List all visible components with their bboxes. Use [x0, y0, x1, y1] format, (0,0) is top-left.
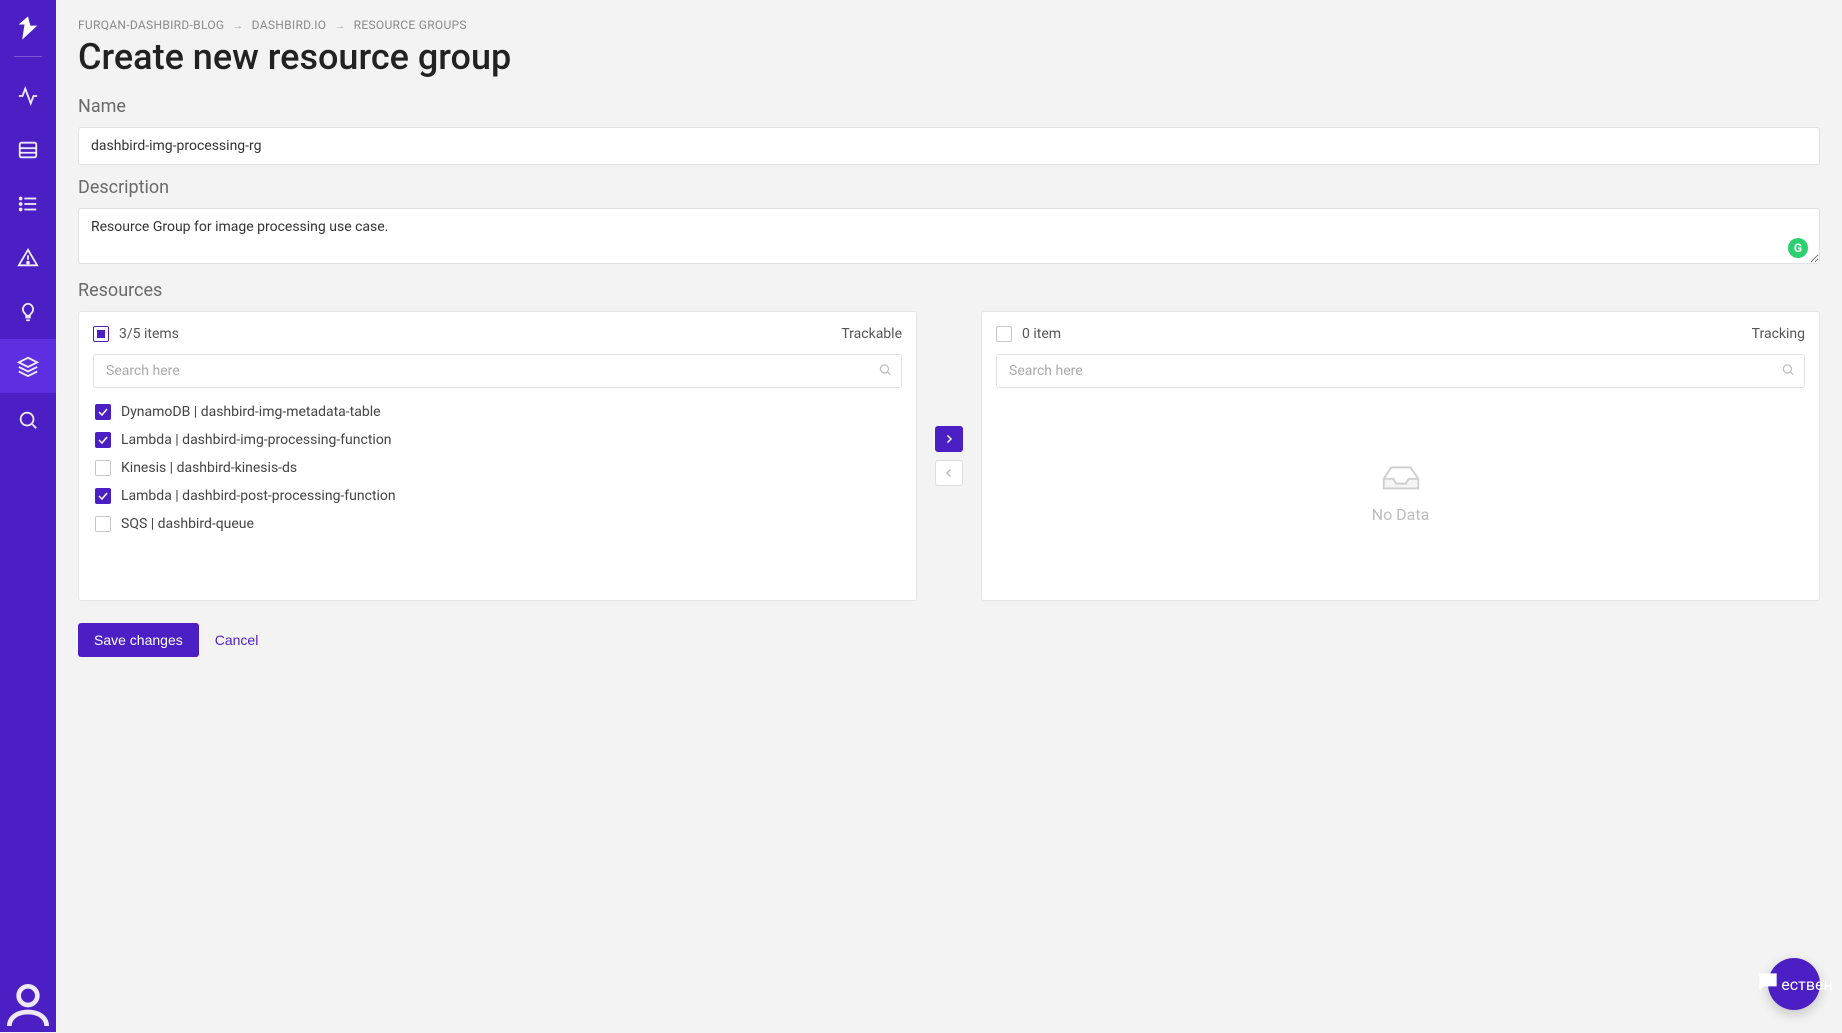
list-item[interactable]: Lambda | dashbird-img-processing-functio… [93, 426, 902, 454]
nav-idea-icon[interactable] [0, 285, 56, 339]
tracking-panel: 0 item Tracking [981, 311, 1820, 601]
item-checkbox[interactable] [95, 404, 111, 420]
nav-list-icon[interactable] [0, 177, 56, 231]
trackable-list: DynamoDB | dashbird-img-metadata-table L… [93, 398, 902, 538]
sidebar-divider [14, 56, 42, 57]
tracking-search-input[interactable] [996, 354, 1805, 388]
item-label: SQS | dashbird-queue [121, 516, 254, 532]
item-label: Kinesis | dashbird-kinesis-ds [121, 460, 297, 476]
main-content: FURQAN-DASHBIRD-BLOG → DASHBIRD.IO → RES… [56, 0, 1842, 1032]
move-right-button[interactable] [935, 426, 963, 452]
breadcrumb-item[interactable]: DASHBIRD.IO [252, 18, 327, 32]
app-logo [14, 14, 42, 42]
item-checkbox[interactable] [95, 516, 111, 532]
resources-label: Resources [78, 280, 1820, 301]
list-item[interactable]: DynamoDB | dashbird-img-metadata-table [93, 398, 902, 426]
nav-database-icon[interactable] [0, 123, 56, 177]
move-left-button [935, 460, 963, 486]
list-item[interactable]: Kinesis | dashbird-kinesis-ds [93, 454, 902, 482]
trackable-search-input[interactable] [93, 354, 902, 388]
sidebar [0, 0, 56, 1032]
select-all-checkbox[interactable] [996, 326, 1012, 342]
description-label: Description [78, 177, 1820, 198]
nav-activity-icon[interactable] [0, 69, 56, 123]
item-checkbox[interactable] [95, 488, 111, 504]
tracking-header-label: Tracking [1752, 326, 1805, 342]
list-item[interactable]: SQS | dashbird-queue [93, 510, 902, 538]
tracking-count-label: 0 item [1022, 326, 1061, 342]
no-data-label: No Data [1372, 505, 1430, 524]
intercom-launcher[interactable]: ествен [1768, 958, 1820, 1010]
list-item[interactable]: Lambda | dashbird-post-processing-functi… [93, 482, 902, 510]
chevron-right-icon: → [232, 19, 243, 32]
nav-search-icon[interactable] [0, 393, 56, 447]
form-actions: Save changes Cancel [78, 623, 1820, 657]
item-label: Lambda | dashbird-img-processing-functio… [121, 432, 392, 448]
page-title: Create new resource group [78, 36, 1820, 78]
trackable-panel: 3/5 items Trackable DynamoDB | dashbird-… [78, 311, 917, 601]
item-label: DynamoDB | dashbird-img-metadata-table [121, 404, 381, 420]
inbox-icon [1378, 457, 1424, 497]
nav-layers-icon[interactable] [0, 339, 56, 393]
no-data-placeholder: No Data [996, 398, 1805, 582]
transfer-controls [935, 311, 963, 601]
chat-icon [1755, 969, 1781, 999]
nav-user-icon[interactable] [0, 978, 56, 1032]
name-input[interactable] [78, 127, 1820, 165]
nav-alert-icon[interactable] [0, 231, 56, 285]
trackable-count-label: 3/5 items [119, 326, 179, 342]
breadcrumb-item[interactable]: RESOURCE GROUPS [354, 18, 467, 32]
search-icon [1781, 362, 1795, 381]
search-icon [878, 362, 892, 381]
trackable-header-label: Trackable [841, 326, 902, 342]
name-label: Name [78, 96, 1820, 117]
resources-transfer: 3/5 items Trackable DynamoDB | dashbird-… [78, 311, 1820, 601]
item-checkbox[interactable] [95, 432, 111, 448]
select-all-checkbox[interactable] [93, 326, 109, 342]
cancel-button[interactable]: Cancel [215, 632, 259, 648]
breadcrumb: FURQAN-DASHBIRD-BLOG → DASHBIRD.IO → RES… [78, 18, 1820, 32]
save-button[interactable]: Save changes [78, 623, 199, 657]
item-label: Lambda | dashbird-post-processing-functi… [121, 488, 396, 504]
breadcrumb-item[interactable]: FURQAN-DASHBIRD-BLOG [78, 18, 224, 32]
grammarly-icon[interactable]: G [1788, 238, 1808, 258]
chevron-right-icon: → [334, 19, 345, 32]
sidebar-nav [0, 69, 56, 447]
description-textarea[interactable] [78, 208, 1820, 264]
item-checkbox[interactable] [95, 460, 111, 476]
